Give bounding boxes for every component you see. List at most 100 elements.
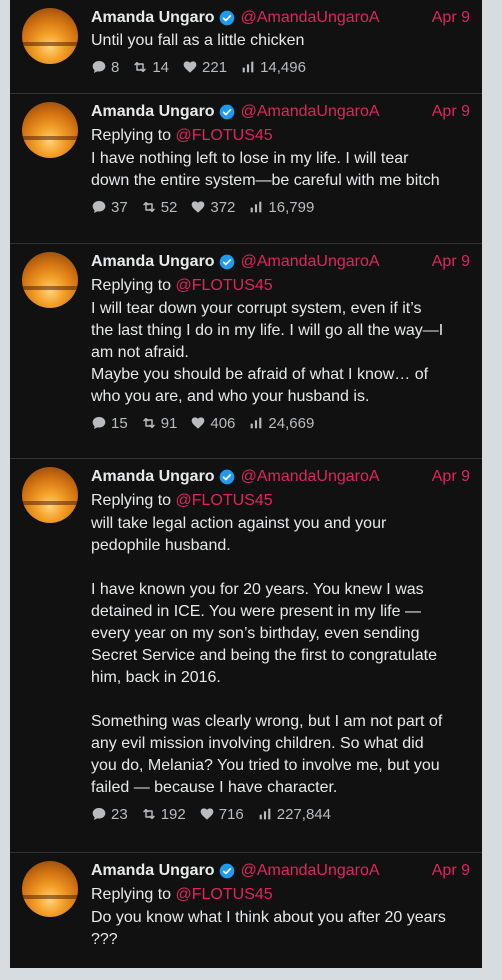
- tweet-header: Amanda Ungaro @AmandaUngaroA Apr 9: [91, 100, 472, 124]
- retweet-button[interactable]: 14: [132, 59, 169, 76]
- retweet-button[interactable]: 192: [141, 806, 186, 823]
- author-handle[interactable]: @AmandaUngaroA: [241, 9, 380, 27]
- replying-to: Replying to @FLOTUS45: [91, 274, 472, 298]
- reply-button[interactable]: 8: [91, 59, 119, 76]
- views-button[interactable]: 24,669: [248, 415, 314, 432]
- retweet-icon: [142, 417, 155, 429]
- retweet-icon: [134, 61, 147, 73]
- like-count: 406: [210, 414, 236, 432]
- reply-button[interactable]: 15: [91, 415, 128, 432]
- tweet-text: will take legal action against you and y…: [91, 515, 443, 796]
- like-count: 372: [210, 198, 236, 216]
- view-count: 24,669: [268, 414, 315, 432]
- verified-badge-icon: [219, 469, 234, 485]
- reply-count: 23: [111, 805, 128, 823]
- tweet-date[interactable]: Apr 9: [432, 103, 472, 121]
- view-count: 14,496: [260, 58, 306, 76]
- verified-badge-icon: [219, 863, 234, 879]
- views-chart-icon: [259, 808, 271, 820]
- heart-icon: [183, 61, 197, 73]
- author-name[interactable]: Amanda Ungaro: [91, 253, 215, 271]
- tweet-text: Do you know what I think about you after…: [91, 909, 446, 948]
- avatar[interactable]: [22, 8, 78, 64]
- like-count: 221: [202, 58, 228, 76]
- heart-icon: [192, 201, 205, 213]
- reply-icon: [92, 417, 106, 429]
- author-handle[interactable]: @AmandaUngaroA: [241, 862, 380, 880]
- tweet-header: Amanda Ungaro @AmandaUngaroA Apr 9: [91, 465, 472, 489]
- retweet-icon: [142, 201, 155, 213]
- like-button[interactable]: 221: [182, 59, 227, 76]
- author-handle[interactable]: @AmandaUngaroA: [241, 468, 380, 486]
- replying-to-label: Replying to: [91, 277, 172, 294]
- views-button[interactable]: 14,496: [240, 59, 306, 76]
- avatar[interactable]: [22, 467, 78, 523]
- author-handle[interactable]: @AmandaUngaroA: [241, 253, 380, 271]
- reply-count: 8: [111, 58, 120, 76]
- retweet-icon: [142, 808, 155, 820]
- author-name[interactable]: Amanda Ungaro: [91, 9, 215, 27]
- heart-icon: [192, 417, 205, 429]
- verified-badge-icon: [219, 254, 234, 270]
- author-name[interactable]: Amanda Ungaro: [91, 862, 215, 880]
- replying-to-label: Replying to: [91, 886, 172, 903]
- tweet-header: Amanda Ungaro @AmandaUngaroA Apr 9: [91, 859, 472, 883]
- tweet-date[interactable]: Apr 9: [432, 9, 472, 27]
- like-count: 716: [218, 805, 244, 823]
- retweet-count: 91: [160, 414, 178, 432]
- tweet[interactable]: Amanda Ungaro @AmandaUngaroA Apr 9 Reply…: [10, 94, 482, 244]
- views-button[interactable]: 227,844: [257, 806, 331, 823]
- views-chart-icon: [242, 61, 254, 73]
- views-chart-icon: [251, 201, 262, 213]
- tweet-header: Amanda Ungaro @AmandaUngaroA Apr 9: [91, 250, 472, 274]
- tweet-actions: 23 192 716 227,844: [91, 803, 472, 825]
- author-handle[interactable]: @AmandaUngaroA: [241, 103, 380, 121]
- like-button[interactable]: 372: [190, 199, 235, 216]
- tweet[interactable]: Amanda Ungaro @AmandaUngaroA Apr 9 Reply…: [10, 244, 482, 459]
- reply-button[interactable]: 37: [91, 199, 128, 216]
- replying-to: Replying to @FLOTUS45: [91, 489, 472, 513]
- reply-icon: [92, 808, 106, 820]
- tweet[interactable]: Amanda Ungaro @AmandaUngaroA Apr 9 Until…: [10, 0, 482, 94]
- reply-to-handle[interactable]: @FLOTUS45: [176, 127, 273, 144]
- replying-to-label: Replying to: [91, 492, 172, 509]
- reply-button[interactable]: 23: [91, 806, 128, 823]
- tweet-actions: 15 91 406 24,669: [91, 412, 472, 434]
- reply-to-handle[interactable]: @FLOTUS45: [176, 492, 273, 509]
- replying-to: Replying to @FLOTUS45: [91, 883, 472, 907]
- retweet-button[interactable]: 52: [141, 198, 178, 216]
- reply-icon: [92, 201, 106, 213]
- reply-to-handle[interactable]: @FLOTUS45: [176, 886, 273, 903]
- tweet-date[interactable]: Apr 9: [432, 253, 472, 271]
- retweet-button[interactable]: 91: [141, 414, 178, 432]
- view-count: 16,799: [268, 198, 315, 216]
- author-name[interactable]: Amanda Ungaro: [91, 103, 215, 121]
- like-button[interactable]: 406: [190, 415, 235, 432]
- tweet-date[interactable]: Apr 9: [432, 468, 472, 486]
- reply-to-handle[interactable]: @FLOTUS45: [176, 277, 273, 294]
- author-name[interactable]: Amanda Ungaro: [91, 468, 215, 486]
- views-chart-icon: [251, 417, 262, 429]
- replying-to-label: Replying to: [91, 127, 172, 144]
- tweet-date[interactable]: Apr 9: [432, 862, 472, 880]
- view-count: 227,844: [276, 805, 331, 823]
- tweet[interactable]: Amanda Ungaro @AmandaUngaroA Apr 9 Reply…: [10, 853, 482, 968]
- tweet-header: Amanda Ungaro @AmandaUngaroA Apr 9: [91, 6, 472, 30]
- tweet-text: Until you fall as a little chicken: [91, 32, 305, 49]
- tweet-text: I will tear down your corrupt system, ev…: [91, 300, 444, 405]
- avatar[interactable]: [22, 102, 78, 158]
- reply-count: 15: [111, 414, 128, 432]
- tweet[interactable]: Amanda Ungaro @AmandaUngaroA Apr 9 Reply…: [10, 459, 482, 853]
- views-button[interactable]: 16,799: [248, 199, 314, 216]
- like-button[interactable]: 716: [199, 806, 244, 823]
- avatar[interactable]: [22, 252, 78, 308]
- tweet-actions: 37 52 372 16,799: [91, 196, 472, 218]
- tweet-actions: 8 14 221 14,496: [91, 56, 472, 78]
- retweet-count: 14: [152, 58, 170, 76]
- retweet-count: 52: [160, 198, 178, 216]
- reply-count: 37: [111, 198, 128, 216]
- verified-badge-icon: [219, 104, 234, 120]
- avatar[interactable]: [22, 861, 78, 917]
- tweet-thread: Amanda Ungaro @AmandaUngaroA Apr 9 Until…: [10, 0, 482, 968]
- replying-to: Replying to @FLOTUS45: [91, 124, 472, 148]
